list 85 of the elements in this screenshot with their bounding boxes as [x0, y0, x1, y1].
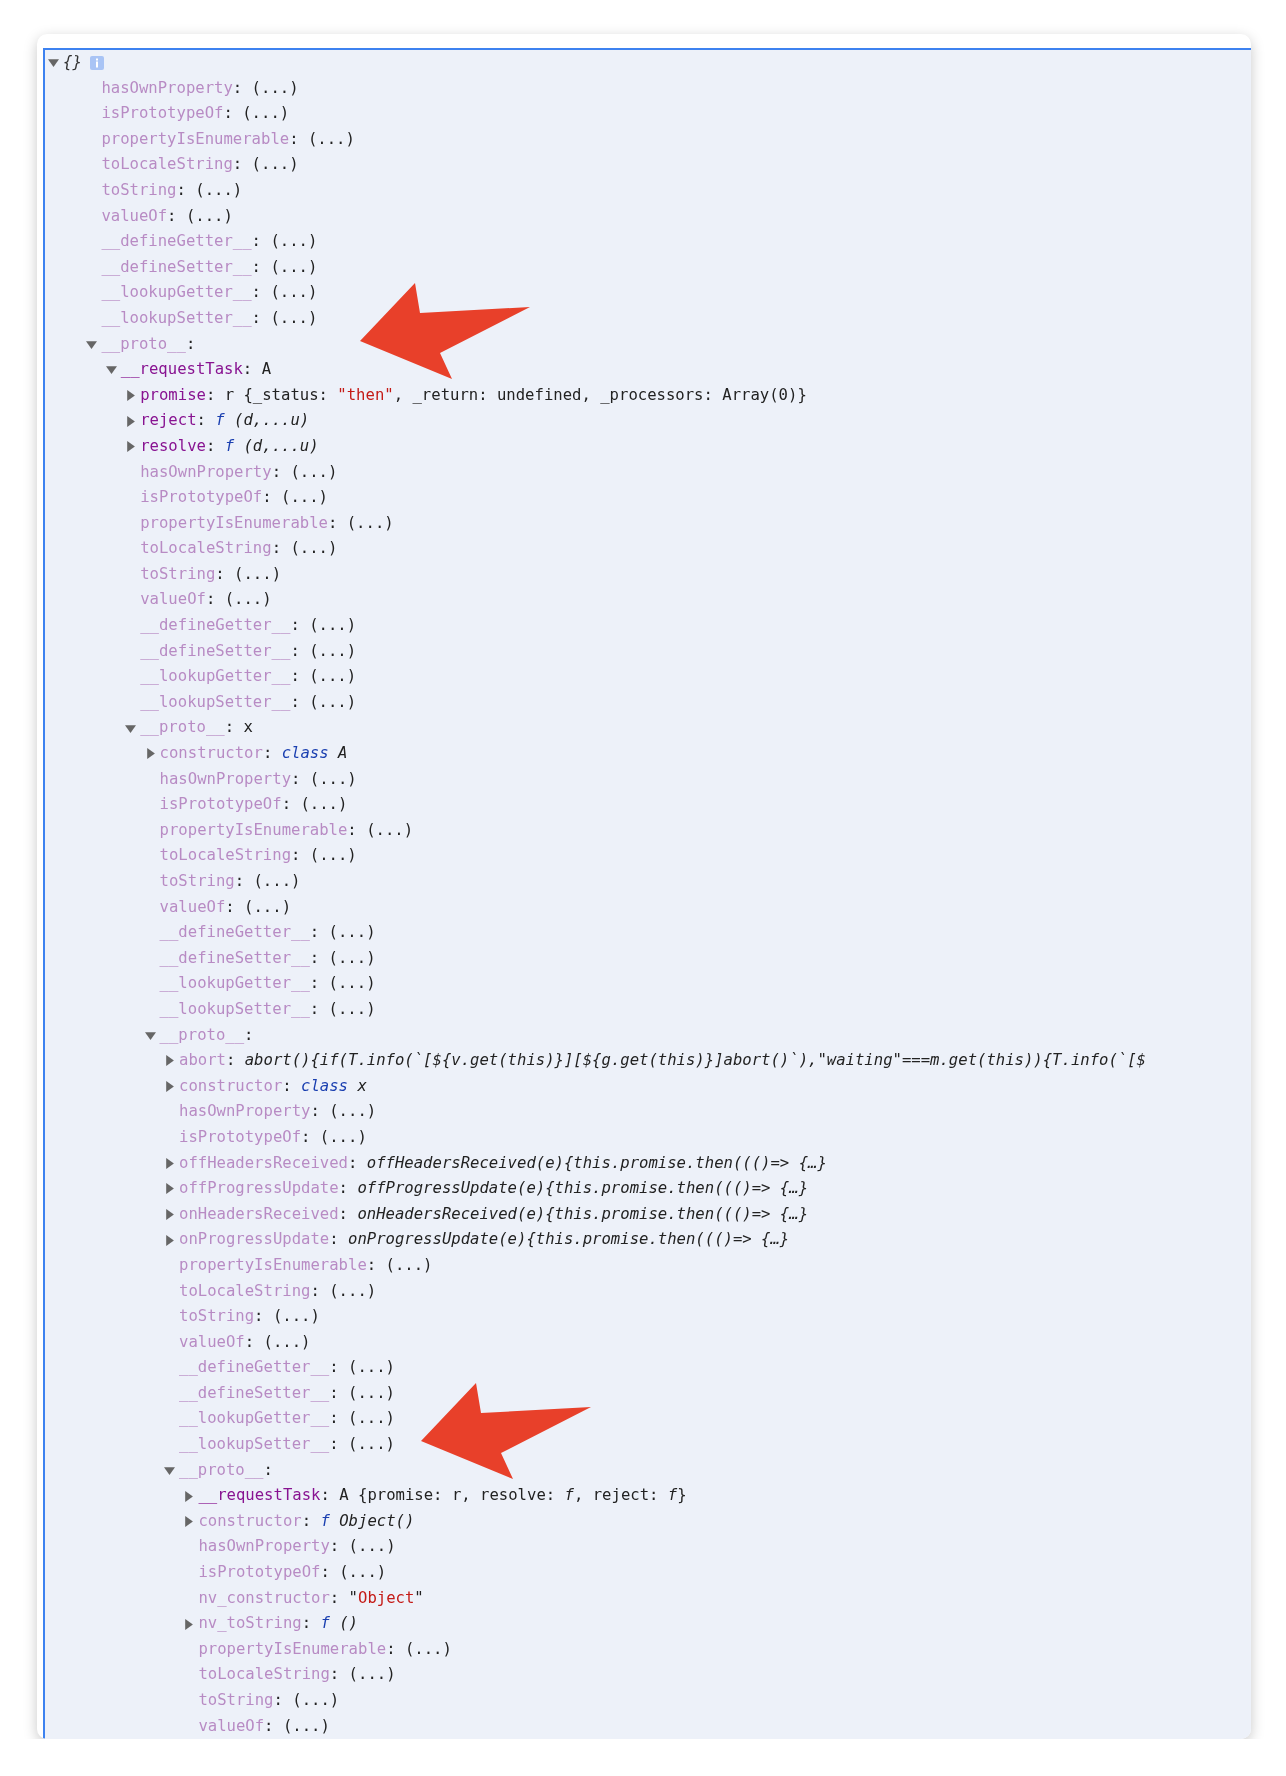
property-line: nv_toString: f () [198, 1613, 358, 1635]
property-line: valueOf: (...) [140, 589, 272, 611]
property-line: __proto__: [159, 1024, 254, 1046]
property-line: hasOwnProperty: (...) [198, 1536, 396, 1558]
property-line: __requestTask: A {promise: r, resolve: f, reject: f} [198, 1485, 687, 1507]
property-line: __lookupGetter__: (...) [140, 666, 357, 688]
property-line: hasOwnProperty: (...) [101, 77, 299, 99]
disclosure-triangle-icon[interactable] [86, 338, 98, 350]
property-line: __lookupSetter__: (...) [140, 691, 357, 713]
property-line: offProgressUpdate: offProgressUpdate(e){this.promise.then((()=> {…} [179, 1178, 809, 1200]
disclosure-triangle-icon[interactable] [164, 1157, 175, 1169]
property-line: constructor: f Object() [198, 1510, 415, 1532]
disclosure-triangle-icon[interactable] [164, 1183, 175, 1195]
disclosure-triangle-icon[interactable] [125, 722, 137, 734]
property-line: propertyIsEnumerable: (...) [198, 1638, 452, 1660]
property-line: __proto__: x [140, 717, 253, 739]
property-line: constructor: class x [179, 1075, 367, 1097]
property-line: __defineGetter__: (...) [140, 615, 357, 637]
property-line: promise: r {_status: "then", _return: undefined, _processors: Array(0)} [140, 384, 807, 406]
property-line: __defineGetter__: (...) [159, 922, 376, 944]
disclosure-triangle-icon[interactable] [164, 1209, 175, 1220]
property-line: toString: (...) [101, 179, 243, 201]
property-line: __lookupSetter__: (...) [159, 998, 376, 1020]
property-line: resolve: f (d,...u) [140, 435, 319, 457]
property-line: reject: f (d,...u) [140, 410, 310, 432]
property-line: toString: (...) [140, 563, 281, 585]
property-line: toString: (...) [179, 1306, 320, 1328]
property-line: onProgressUpdate: onProgressUpdate(e){this.promise.then((()=> {…} [179, 1229, 790, 1251]
property-line: __defineGetter__: (...) [101, 231, 318, 253]
property-line: isPrototypeOf: (...) [140, 487, 328, 509]
disclosure-triangle-icon[interactable] [164, 1234, 175, 1246]
property-line: __lookupGetter__: (...) [159, 973, 376, 995]
disclosure-triangle-icon[interactable] [125, 390, 137, 401]
property-line: __lookupSetter__: (...) [179, 1434, 395, 1456]
property-line: valueOf: (...) [198, 1715, 330, 1737]
property-line: __defineSetter__: (...) [179, 1382, 395, 1404]
property-line: isPrototypeOf: (...) [159, 794, 348, 816]
disclosure-triangle-icon[interactable] [48, 57, 59, 69]
property-line: valueOf: (...) [179, 1331, 311, 1353]
property-line: constructor: class A [159, 743, 348, 765]
disclosure-triangle-icon[interactable] [144, 748, 156, 760]
disclosure-triangle-icon[interactable] [125, 415, 137, 427]
property-line: isPrototypeOf: (...) [101, 103, 290, 125]
property-line: valueOf: (...) [159, 896, 292, 918]
property-line: __lookupGetter__: (...) [101, 282, 318, 304]
property-line: abort: abort(){if(T.info(`[${v.get(this)}][${g.get(this)}]abort()`),"waiting"===m.get(this)){T.info(`[$ [179, 1050, 1146, 1072]
disclosure-triangle-icon[interactable] [105, 364, 117, 376]
disclosure-triangle-icon[interactable] [125, 441, 137, 453]
property-line: __defineGetter__: (...) [179, 1357, 395, 1379]
property-line: propertyIsEnumerable: (...) [159, 819, 414, 841]
property-line: hasOwnProperty: (...) [140, 461, 338, 483]
disclosure-triangle-icon[interactable] [164, 1055, 175, 1067]
property-line: __lookupSetter__: (...) [101, 307, 318, 329]
disclosure-triangle-icon[interactable] [183, 1618, 195, 1630]
property-line: propertyIsEnumerable: (...) [101, 128, 355, 150]
property-line: __requestTask: A [120, 359, 272, 381]
property-line: offHeadersReceived: offHeadersReceived(e){this.promise.then((()=> {…} [179, 1152, 827, 1174]
property-line: valueOf: (...) [101, 205, 233, 227]
property-line: toLocaleString: (...) [198, 1664, 396, 1686]
property-line: __lookupGetter__: (...) [179, 1408, 395, 1430]
property-line: nv_constructor: "Object" [198, 1587, 424, 1609]
disclosure-triangle-icon[interactable] [164, 1464, 175, 1476]
property-line: toString: (...) [159, 871, 301, 892]
property-line: propertyIsEnumerable: (...) [140, 512, 394, 534]
property-line: onHeadersReceived: onHeadersReceived(e){this.promise.then((()=> {…} [179, 1203, 809, 1225]
property-line: __defineSetter__: (...) [140, 640, 357, 662]
disclosure-triangle-icon[interactable] [183, 1516, 195, 1528]
property-line: __defineSetter__: (...) [101, 256, 318, 278]
property-line: toLocaleString: (...) [179, 1280, 377, 1302]
object-summary: {} [63, 52, 82, 73]
disclosure-triangle-icon[interactable] [144, 1029, 156, 1041]
property-line: hasOwnProperty: (...) [159, 768, 357, 790]
disclosure-triangle-icon[interactable] [164, 1081, 175, 1093]
property-line: __proto__: [101, 333, 196, 355]
property-line: toString: (...) [198, 1690, 340, 1711]
disclosure-triangle-icon[interactable] [183, 1490, 195, 1502]
property-line: toLocaleString: (...) [140, 538, 338, 560]
property-line: isPrototypeOf: (...) [198, 1562, 387, 1584]
property-line: isPrototypeOf: (...) [179, 1126, 367, 1148]
property-line: toLocaleString: (...) [101, 154, 299, 176]
property-line: __defineSetter__: (...) [159, 947, 376, 969]
property-line: toLocaleString: (...) [159, 845, 357, 867]
property-line: hasOwnProperty: (...) [179, 1101, 377, 1123]
property-line: __proto__: [179, 1459, 273, 1481]
property-line: propertyIsEnumerable: (...) [179, 1254, 433, 1276]
